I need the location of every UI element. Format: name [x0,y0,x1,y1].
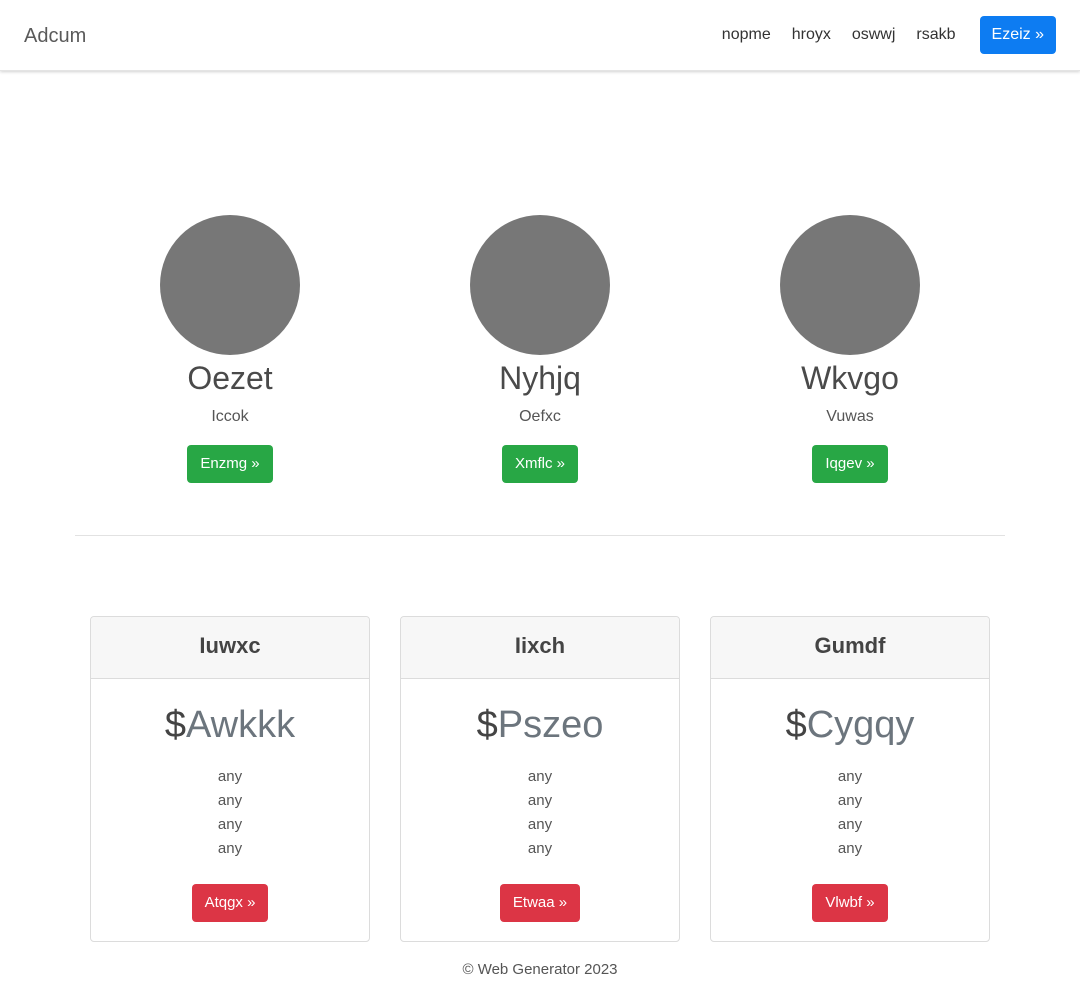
member-name: Oezet [187,360,273,396]
pricing-price: $Pszeo [401,703,679,747]
nav-link-nopme[interactable]: nopme [722,16,771,54]
feature-item: any [527,816,553,833]
nav-cta-button[interactable]: Ezeiz » [979,16,1056,54]
feature-item: any [217,792,243,809]
avatar [470,215,610,355]
feature-item: any [217,816,243,833]
price-value: Pszeo [497,704,604,746]
member-name: Nyhjq [499,360,581,396]
price-value: Awkkk [186,704,296,746]
feature-item: any [837,792,863,809]
currency-symbol: $ [476,704,498,746]
member-card: Nyhjq Oefxc Xmflc » [400,215,680,483]
feature-list: any any any any [91,765,369,861]
currency-symbol: $ [785,704,807,746]
member-button[interactable]: Enzmg » [187,445,273,483]
member-name: Wkvgo [801,360,899,396]
pricing-button[interactable]: Etwaa » [499,884,581,922]
currency-symbol: $ [164,704,187,746]
feature-item: any [527,840,553,857]
member-button[interactable]: Iqgev » [812,445,888,483]
pricing-button[interactable]: Atqgx » [191,884,269,922]
member-card: Oezet Iccok Enzmg » [90,215,370,483]
navbar: Adcum nopme hroyx oswwj rsakb Ezeiz » [0,0,1080,71]
feature-item: any [217,768,243,785]
brand-logo[interactable]: Adcum [24,24,86,48]
pricing-button[interactable]: Vlwbf » [812,884,888,922]
member-role: Oefxc [519,408,561,425]
member-role: Iccok [211,408,249,425]
pricing-card: Iixch $Pszeo any any any any Etwaa » [400,616,680,942]
nav-link-hroyx[interactable]: hroyx [792,16,831,54]
pricing-price: $Awkkk [91,703,369,747]
pricing-price: $Cygqy [711,703,989,747]
member-card: Wkvgo Vuwas Iqgev » [710,215,990,483]
footer-copyright: © Web Generator 2023 [462,961,618,978]
feature-item: any [837,840,863,857]
member-role: Vuwas [826,408,874,425]
price-value: Cygqy [806,704,915,746]
feature-item: any [837,768,863,785]
feature-list: any any any any [711,765,989,861]
nav-link-oswwj[interactable]: oswwj [852,16,896,54]
pricing-card: Iuwxc $Awkkk any any any any Atqgx » [90,616,370,942]
feature-item: any [217,840,243,857]
pricing-card-title: Iixch [401,617,679,679]
pricing-card: Gumdf $Cygqy any any any any Vlwbf » [710,616,990,942]
feature-item: any [527,792,553,809]
pricing-card-title: Iuwxc [91,617,369,679]
nav-links: nopme hroyx oswwj rsakb Ezeiz » [722,16,1056,54]
avatar [160,215,300,355]
section-divider [75,535,1005,536]
avatar [780,215,920,355]
pricing-card-title: Gumdf [711,617,989,679]
member-button[interactable]: Xmflc » [501,445,578,483]
feature-item: any [837,816,863,833]
feature-item: any [527,768,553,785]
feature-list: any any any any [401,765,679,861]
nav-link-rsakb[interactable]: rsakb [916,16,955,54]
